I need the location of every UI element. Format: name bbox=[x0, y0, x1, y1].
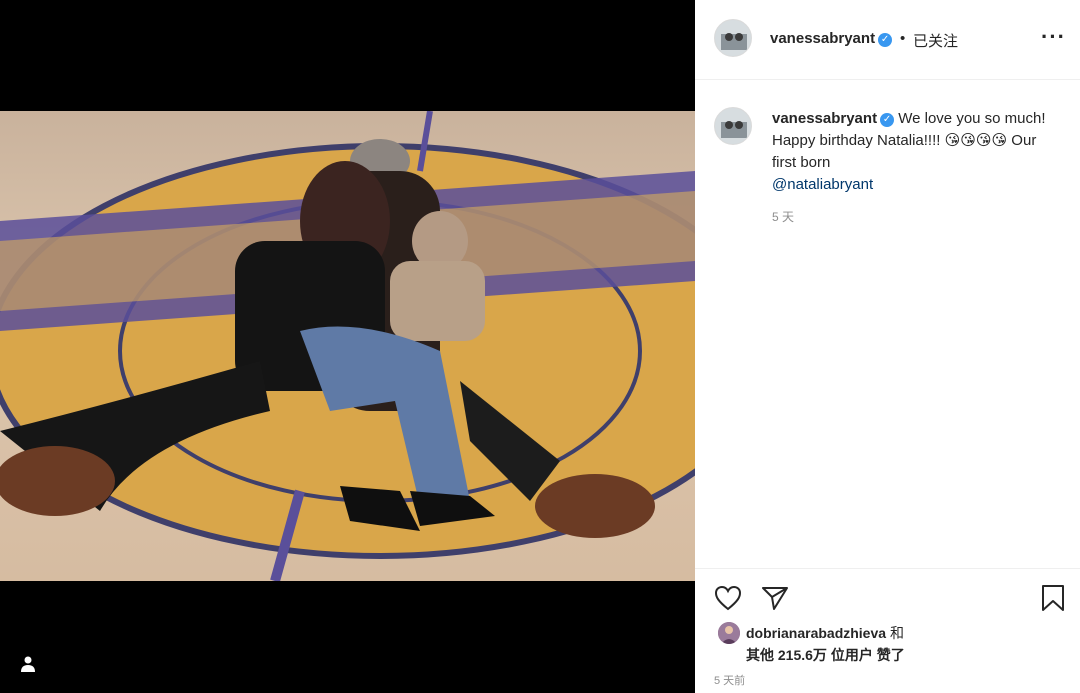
header-username[interactable]: vanessabryant ✓ bbox=[770, 30, 893, 47]
caption-username[interactable]: vanessabryant bbox=[772, 110, 877, 127]
liker-username[interactable]: dobrianarabadzhieva bbox=[746, 625, 886, 641]
tagged-users-icon[interactable] bbox=[18, 656, 38, 676]
username-text[interactable]: vanessabryant bbox=[770, 30, 875, 47]
likes-line-1: dobrianarabadzhieva 和 bbox=[746, 623, 904, 643]
like-heart-icon[interactable] bbox=[714, 585, 742, 611]
likes-and-text: 和 bbox=[889, 625, 904, 641]
post-caption: vanessabryant ✓ We love you so much! Happ… bbox=[772, 108, 1062, 196]
follow-status-button[interactable]: 已关注 bbox=[913, 30, 958, 51]
post-header: vanessabryant ✓ • 已关注 ··· bbox=[695, 0, 1080, 80]
caption-mention-link[interactable]: @nataliabryant bbox=[772, 176, 873, 193]
instagram-post-view: vanessabryant ✓ • 已关注 ··· vanessabryant ✓ … bbox=[0, 0, 1080, 693]
post-timestamp[interactable]: 5 天前 bbox=[714, 672, 745, 688]
media-pane bbox=[0, 0, 695, 693]
verified-badge-icon: ✓ bbox=[880, 113, 895, 127]
liker-avatar[interactable] bbox=[718, 622, 740, 644]
more-options-icon[interactable]: ··· bbox=[1041, 24, 1066, 50]
post-photo[interactable] bbox=[0, 111, 695, 581]
save-bookmark-icon[interactable] bbox=[1041, 584, 1065, 612]
separator-dot: • bbox=[900, 30, 906, 47]
post-side-panel: vanessabryant ✓ • 已关注 ··· vanessabryant ✓ … bbox=[695, 0, 1080, 693]
share-icon[interactable] bbox=[761, 585, 789, 611]
caption-timestamp: 5 天 bbox=[772, 210, 795, 224]
likes-count-line[interactable]: 其他 215.6万 位用户 赞了 bbox=[746, 645, 905, 665]
caption-avatar[interactable] bbox=[714, 107, 752, 145]
avatar[interactable] bbox=[714, 19, 752, 57]
verified-badge-icon: ✓ bbox=[878, 33, 893, 47]
photo-illustration bbox=[0, 111, 695, 581]
